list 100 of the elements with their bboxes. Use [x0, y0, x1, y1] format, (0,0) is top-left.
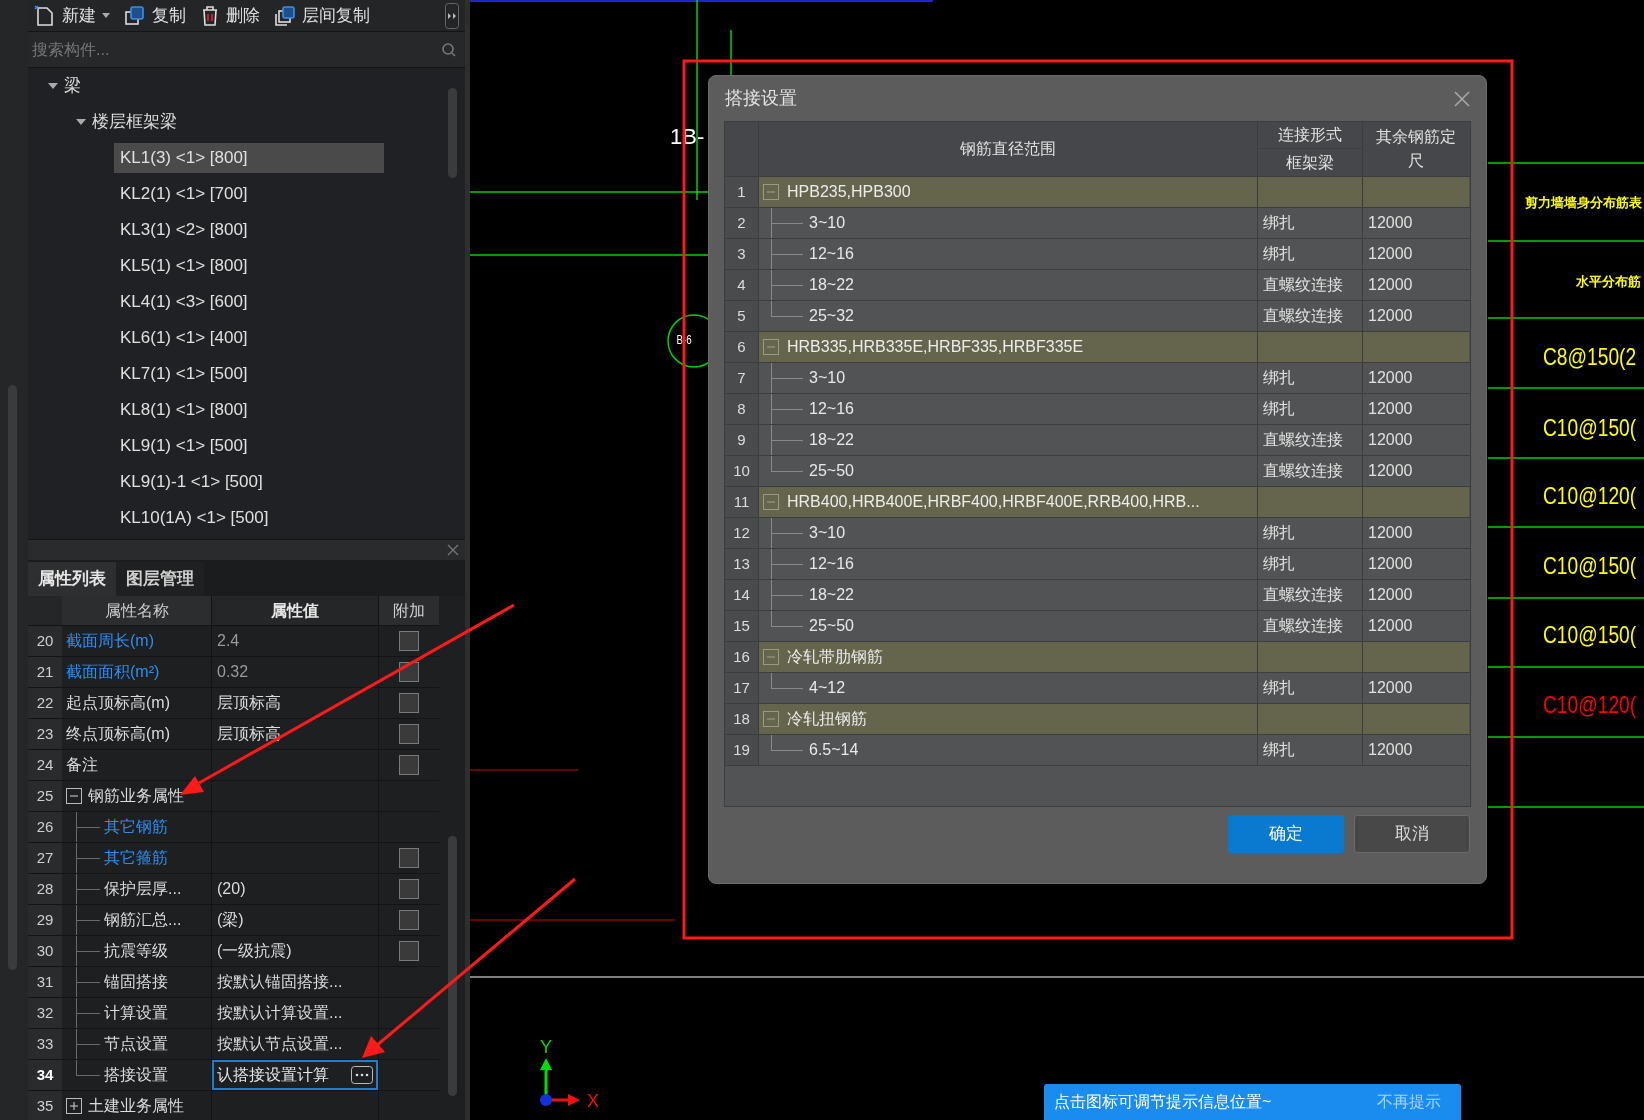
tree-line-icon — [76, 967, 100, 997]
caret-down-icon[interactable] — [76, 117, 86, 127]
joint-type: 直螺纹连接 — [1258, 425, 1363, 455]
toolbar-button[interactable]: 层间复制 — [274, 2, 370, 29]
property-name: 抗震等级 — [104, 941, 168, 961]
panel-tab[interactable]: 属性列表 — [28, 562, 116, 596]
schedule-text: C10@150( — [1543, 620, 1637, 650]
tree-item[interactable]: KL9(1) <1> [500] — [114, 431, 384, 461]
tree-item[interactable]: KL2(1) <1> [700] — [114, 179, 384, 209]
tree-item[interactable]: KL9(1)-1 <1> [500] — [114, 467, 384, 497]
scrollbar-thumb[interactable] — [448, 88, 457, 178]
panel-tab[interactable]: 图层管理 — [116, 562, 204, 596]
dropdown-caret-icon[interactable] — [102, 12, 110, 19]
group-row[interactable]: HRB335,HRB335E,HRBF335,HRBF335E — [759, 332, 1258, 362]
joint-type: 直螺纹连接 — [1258, 456, 1363, 486]
checkbox[interactable] — [399, 910, 419, 930]
schedule-text: C10@120( — [1543, 690, 1637, 720]
row-number: 34 — [28, 1060, 62, 1090]
schedule-text: 剪力墙墙身分布筋表 — [1525, 194, 1642, 212]
tree-item[interactable]: KL8(1) <1> [800] — [114, 395, 384, 425]
bar-length: 12000 — [1367, 368, 1414, 388]
schedule-text: C8@150(2 — [1543, 342, 1637, 372]
property-name: 搭接设置 — [104, 1065, 168, 1085]
tree-item[interactable]: KL5(1) <1> [800] — [114, 251, 384, 281]
row-number: 23 — [28, 719, 62, 749]
tree-item[interactable]: KL6(1) <1> [400] — [114, 323, 384, 353]
diameter-range: 12~16 — [809, 554, 854, 574]
property-value: 按默认锚固搭接... — [216, 972, 343, 992]
toolbar-button[interactable]: 复制 — [124, 2, 186, 29]
tree-item[interactable]: KL3(1) <2> [800] — [114, 215, 384, 245]
column-header: 其余钢筋定尺 — [1375, 127, 1457, 171]
row-number: 32 — [28, 998, 62, 1028]
checkbox[interactable] — [399, 848, 419, 868]
value-field[interactable]: 认搭接设置计算 — [212, 1060, 378, 1090]
axis-label: Y — [540, 1036, 552, 1059]
row-number: 15 — [725, 611, 759, 641]
collapse-panel-icon[interactable] — [445, 2, 459, 29]
checkbox[interactable] — [399, 724, 419, 744]
new-file-icon — [34, 4, 56, 27]
caret-down-icon[interactable] — [48, 81, 58, 91]
row-number: 14 — [725, 580, 759, 610]
cancel-button[interactable]: 取消 — [1354, 815, 1470, 853]
checkbox[interactable] — [399, 941, 419, 961]
diameter-range: 12~16 — [809, 244, 854, 264]
row-number: 4 — [725, 270, 759, 300]
tree-line-icon — [771, 208, 803, 238]
row-number: 9 — [725, 425, 759, 455]
axis-label: X — [587, 1090, 599, 1113]
diameter-range: 6.5~14 — [809, 740, 859, 760]
property-name: 节点设置 — [104, 1034, 168, 1054]
tree-node[interactable]: 梁 — [64, 73, 81, 99]
diameter-range: 3~10 — [809, 368, 846, 388]
row-number: 19 — [725, 735, 759, 765]
tree-line-icon — [771, 518, 803, 548]
property-value: 0.32 — [216, 662, 249, 682]
property-name: 截面面积(m²) — [66, 662, 160, 682]
property-name: 土建业务属性 — [88, 1096, 184, 1116]
row-number: 30 — [28, 936, 62, 966]
search-icon[interactable] — [441, 42, 457, 58]
tree-item[interactable]: KL7(1) <1> [500] — [114, 359, 384, 389]
diameter-range: 25~32 — [809, 306, 854, 326]
tree-item[interactable]: KL4(1) <3> [600] — [114, 287, 384, 317]
expand-icon[interactable] — [66, 1098, 82, 1114]
bar-length: 12000 — [1367, 585, 1414, 605]
collapse-icon[interactable] — [66, 788, 82, 804]
tree-line-icon — [771, 394, 803, 424]
search-field[interactable]: 搜索构件... — [28, 32, 465, 67]
row-number: 35 — [28, 1091, 62, 1120]
column-header: 连接形式 — [1258, 122, 1363, 149]
joint-type: 直螺纹连接 — [1258, 270, 1363, 300]
property-name: 锚固搭接 — [104, 972, 168, 992]
close-icon[interactable] — [447, 544, 459, 556]
close-icon[interactable] — [1454, 90, 1470, 107]
joint-type: 直螺纹连接 — [1258, 580, 1363, 610]
joint-type: 绑扎 — [1258, 735, 1363, 765]
group-row[interactable]: HRB400,HRB400E,HRBF400,HRBF400E,RRB400,HRB... — [759, 487, 1258, 517]
diameter-range: 4~12 — [809, 678, 846, 698]
toolbar-button[interactable]: 新建 — [34, 2, 110, 29]
scrollbar-thumb[interactable] — [448, 836, 457, 1096]
group-row[interactable]: 冷轧扭钢筋 — [759, 704, 1258, 734]
checkbox[interactable] — [399, 631, 419, 651]
confirm-button[interactable]: 确定 — [1228, 815, 1344, 853]
checkbox[interactable] — [399, 879, 419, 899]
row-number: 28 — [28, 874, 62, 904]
group-row[interactable]: 冷轧带肋钢筋 — [759, 642, 1258, 672]
bar-length: 12000 — [1367, 461, 1414, 481]
ellipsis-icon[interactable] — [351, 1066, 373, 1084]
toolbar-button[interactable]: 删除 — [200, 2, 260, 29]
tree-item[interactable]: KL1(3) <1> [800] — [114, 143, 384, 173]
tree-node[interactable]: 楼层框架梁 — [92, 109, 177, 135]
tree-line-icon — [76, 936, 100, 966]
tree-item[interactable]: KL10(1A) <1> [500] — [114, 503, 384, 533]
tree-line-icon — [76, 812, 100, 842]
diameter-range: 12~16 — [809, 399, 854, 419]
group-row[interactable]: HPB235,HPB300 — [759, 177, 1258, 207]
checkbox[interactable] — [399, 755, 419, 775]
checkbox[interactable] — [399, 693, 419, 713]
bar-length: 12000 — [1367, 740, 1414, 760]
property-value: 层顶标高 — [216, 693, 281, 713]
column-header: 属性名称 — [62, 596, 212, 625]
